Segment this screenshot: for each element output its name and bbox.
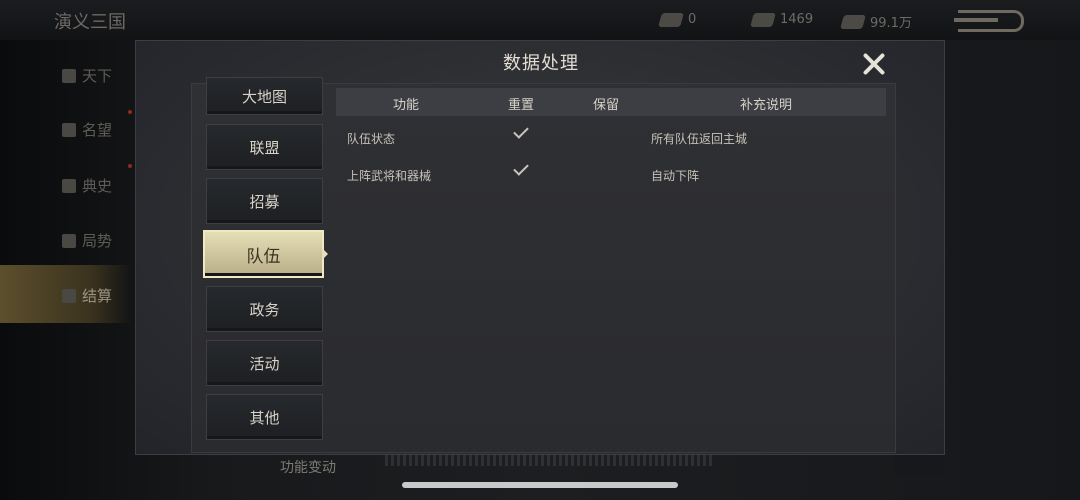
fame-icon	[62, 122, 76, 137]
column-header: 重置	[507, 98, 534, 113]
nav-label: 名望	[82, 121, 113, 139]
table-row: 队伍状态 所有队伍返回主城	[336, 123, 886, 153]
function-cell: 上阵武将和器械	[347, 169, 432, 183]
history-icon	[62, 178, 76, 193]
home-indicator[interactable]	[402, 482, 678, 488]
notification-dot	[128, 164, 132, 168]
tab-world-map[interactable]: 大地图	[206, 77, 323, 115]
dialog-title: 数据处理	[503, 53, 579, 74]
nav-label: 天下	[82, 67, 113, 85]
settlement-icon	[62, 288, 76, 303]
note-cell: 自动下阵	[651, 169, 700, 183]
nav-item-situation[interactable]: 局势	[62, 230, 112, 251]
world-icon	[62, 68, 76, 83]
resource-gold: 0	[658, 12, 697, 27]
table-row: 上阵武将和器械 自动下阵	[336, 160, 886, 190]
table-header: 功能 重置 保留 补充说明	[336, 88, 886, 116]
checkmark-icon	[513, 160, 529, 176]
function-change-label: 功能变动	[280, 460, 336, 476]
gold-ingot-icon	[658, 12, 684, 27]
nav-item-history[interactable]: 典史	[62, 175, 112, 196]
active-tab-arrow	[322, 248, 328, 260]
nav-label: 局势	[82, 232, 113, 250]
left-nav: 天下 名望 典史 局势 结算	[0, 40, 140, 500]
tab-events[interactable]: 活动	[206, 340, 323, 386]
column-header: 补充说明	[739, 98, 792, 113]
tab-other[interactable]: 其他	[206, 394, 323, 440]
function-cell: 队伍状态	[347, 132, 396, 146]
note-cell: 所有队伍返回主城	[651, 132, 748, 146]
top-bar: 演义三国 0 1469 99.1万	[0, 0, 1080, 40]
back-button[interactable]	[954, 10, 1024, 32]
data-processing-dialog: 数据处理 大地图 联盟 招募 队伍 政务 活动 其他 功能 重置 保留 补充说明…	[135, 40, 945, 455]
copper-coin-icon	[750, 12, 776, 27]
column-header: 功能	[392, 98, 419, 113]
close-icon[interactable]	[859, 49, 889, 79]
tab-recruit[interactable]: 招募	[206, 178, 323, 224]
tab-alliance[interactable]: 联盟	[206, 124, 323, 170]
nav-label: 结算	[82, 287, 113, 305]
resource-value: 1469	[780, 12, 814, 27]
resource-wealth: 99.1万	[840, 12, 912, 31]
nav-item-fame[interactable]: 名望	[62, 119, 112, 140]
situation-icon	[62, 233, 76, 248]
app-title: 演义三国	[54, 12, 126, 33]
resource-copper: 1469	[750, 12, 814, 27]
resource-value: 0	[688, 12, 697, 27]
tab-team[interactable]: 队伍	[203, 230, 324, 278]
resource-value: 99.1万	[870, 16, 912, 31]
notification-dot	[128, 110, 132, 114]
nav-label: 典史	[82, 177, 113, 195]
column-header: 保留	[592, 98, 619, 113]
checkmark-icon	[513, 123, 529, 139]
nav-item-tianxia[interactable]: 天下	[62, 65, 112, 86]
wealth-icon	[840, 14, 866, 29]
nav-item-settlement[interactable]: 结算	[62, 285, 112, 306]
tab-governance[interactable]: 政务	[206, 286, 323, 332]
